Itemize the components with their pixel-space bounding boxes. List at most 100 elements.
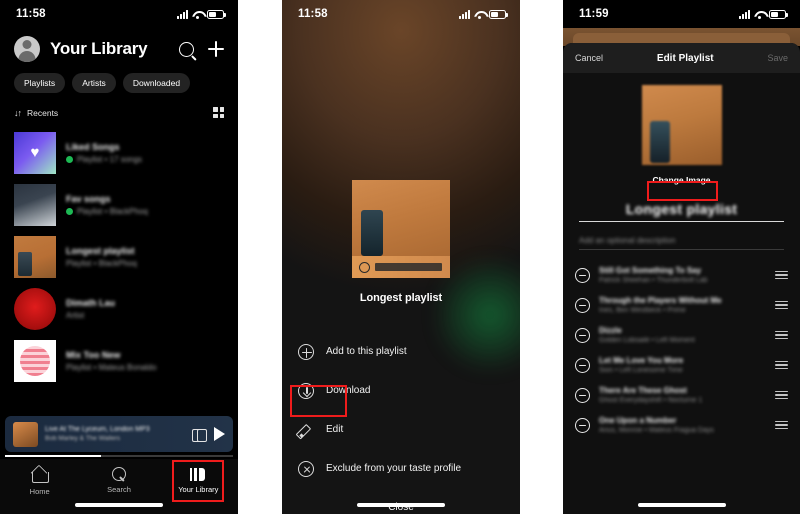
battery-icon (769, 9, 788, 19)
menu-item-label: Add to this playlist (326, 346, 407, 357)
list-item[interactable]: Liked Songs Playlist • 17 songs (0, 127, 238, 179)
status-bar: 11:58 (282, 0, 520, 28)
sort-arrows-icon[interactable]: ↓↑ (14, 108, 22, 118)
list-item[interactable]: Dimath Lau Artist (0, 283, 238, 335)
avatar[interactable] (14, 36, 40, 62)
grid-view-icon[interactable] (213, 107, 224, 118)
list-item-subtitle: Playlist • BlackPhoq (77, 207, 148, 216)
sheet-title: Edit Playlist (656, 52, 714, 64)
sheet-navbar: Cancel Edit Playlist Save (563, 43, 800, 73)
playlist-description-field[interactable]: Add an optional description (579, 236, 784, 250)
save-button[interactable]: Save (767, 53, 788, 63)
cellular-signal-icon (177, 9, 188, 19)
artwork-detail (361, 210, 383, 256)
list-item-meta: Mix Too New Playlist • Mateus Bonaldo (66, 350, 156, 372)
list-item-meta: Fav songs Playlist • BlackPhoq (66, 194, 148, 216)
cellular-signal-icon (459, 9, 470, 19)
playlist-artwork (352, 180, 450, 278)
minus-circle-icon[interactable] (575, 387, 590, 403)
wifi-icon (754, 10, 765, 19)
cast-devices-icon[interactable] (192, 428, 207, 442)
table-row[interactable]: One Upon a Number Arius, Monroe • Mateus… (563, 410, 800, 440)
minus-circle-icon[interactable] (575, 357, 590, 373)
track-meta: There Are These Ghost Ghost Everydayshif… (599, 386, 766, 404)
status-indicators (739, 9, 788, 19)
playlist-artwork[interactable] (641, 85, 722, 165)
list-item[interactable]: Mix Too New Playlist • Mateus Bonaldo (0, 335, 238, 387)
tab-your-library[interactable]: Your Library (159, 466, 238, 494)
now-playing-artwork (13, 421, 38, 447)
minus-circle-icon[interactable] (575, 327, 590, 343)
track-meta: Let Me Love You More Sion • Left Lonesom… (599, 356, 766, 374)
status-bar: 11:59 (563, 0, 800, 28)
playlist-artwork (14, 132, 56, 174)
artwork-text-block (375, 263, 442, 271)
menu-item-edit[interactable]: Edit (298, 410, 520, 449)
plus-icon[interactable] (208, 41, 224, 57)
table-row[interactable]: Dizzle Golden Lobsailé • Left Moment (563, 320, 800, 350)
now-playing-title: Live At The Lyceum, London MP3 (45, 426, 150, 433)
phone-panel-context-menu: 11:58 Longest playlist Add to this playl… (282, 0, 520, 514)
playlist-artwork (14, 184, 56, 226)
chip-playlists[interactable]: Playlists (14, 73, 66, 93)
drag-handle-icon[interactable] (775, 270, 788, 280)
chip-downloaded[interactable]: Downloaded (122, 73, 191, 93)
drag-handle-icon[interactable] (775, 330, 788, 340)
tab-home[interactable]: Home (0, 466, 79, 496)
track-title: Through the Players Without Me (599, 296, 722, 305)
change-image-button[interactable]: Change Image (648, 173, 714, 187)
downloaded-icon (66, 156, 73, 163)
table-row[interactable]: Let Me Love You More Sion • Left Lonesom… (563, 350, 800, 380)
minus-circle-icon[interactable] (575, 417, 590, 433)
track-subtitle: Sion • Left Lonesome Time (599, 367, 683, 374)
table-row[interactable]: Still Got Something To Say Patrick Sheeh… (563, 260, 800, 290)
drag-handle-icon[interactable] (775, 360, 788, 370)
page-title: Your Library (50, 39, 148, 58)
track-meta: Still Got Something To Say Patrick Sheeh… (599, 266, 766, 284)
table-row[interactable]: Through the Players Without Me Ines, Ben… (563, 290, 800, 320)
drag-handle-icon[interactable] (775, 300, 788, 310)
menu-item-label: Exclude from your taste profile (326, 463, 462, 474)
menu-item-exclude-taste-profile[interactable]: Exclude from your taste profile (298, 449, 520, 488)
context-sheet: Longest playlist Add to this playlist Do… (282, 180, 520, 513)
minus-circle-icon[interactable] (575, 297, 590, 313)
context-menu-list: Add to this playlist Download Edit Exclu… (282, 332, 520, 488)
status-time: 11:58 (298, 8, 328, 20)
table-row[interactable]: There Are These Ghost Ghost Everydayshif… (563, 380, 800, 410)
menu-item-download[interactable]: Download (298, 371, 520, 410)
filter-chips: Playlists Artists Downloaded (0, 68, 238, 101)
minus-circle-icon[interactable] (575, 267, 590, 283)
cancel-button[interactable]: Cancel (575, 53, 603, 63)
list-item-subtitle-row: Playlist • Mateus Bonaldo (66, 363, 156, 372)
phone-panel-edit-playlist: 11:59 Cancel Edit Playlist Save Change I… (563, 0, 800, 514)
drag-handle-icon[interactable] (775, 390, 788, 400)
track-subtitle: Ghost Everydayshift • Nocturne 1 (599, 397, 703, 404)
list-item-title: Dimath Lau (66, 298, 116, 308)
status-bar: 11:58 (0, 0, 238, 28)
play-icon[interactable] (214, 427, 225, 441)
library-header: Your Library (0, 28, 238, 68)
drag-handle-icon[interactable] (775, 420, 788, 430)
menu-item-add-to-playlist[interactable]: Add to this playlist (298, 332, 520, 371)
track-meta: Through the Players Without Me Ines, Ben… (599, 296, 766, 314)
list-item-title: Liked Songs (66, 142, 120, 152)
playlist-name-value: Longest playlist (625, 201, 738, 217)
track-title: Dizzle (599, 326, 622, 335)
list-item-title: Fav songs (66, 194, 111, 204)
screenshot-stage: 11:58 Your Library Playlists Artists Dow… (0, 0, 800, 514)
list-item[interactable]: Fav songs Playlist • BlackPhoq (0, 179, 238, 231)
change-image-row: Change Image (563, 173, 800, 187)
artist-artwork (14, 288, 56, 330)
list-item-subtitle-row: Playlist • BlackPhoq (66, 207, 148, 216)
playback-progress-bar (5, 455, 233, 457)
track-meta: Dizzle Golden Lobsailé • Left Moment (599, 326, 766, 344)
list-item-subtitle: Playlist • BlackPhoq (66, 259, 137, 268)
status-indicators (177, 9, 226, 19)
playlist-name-field[interactable]: Longest playlist (579, 201, 784, 222)
list-item[interactable]: Longest playlist Playlist • BlackPhoq (0, 231, 238, 283)
now-playing-bar[interactable]: Live At The Lyceum, London MP3 Bob Marle… (5, 416, 233, 452)
search-icon[interactable] (179, 41, 194, 57)
tab-search[interactable]: Search (79, 466, 158, 494)
chip-artists[interactable]: Artists (72, 73, 116, 93)
sort-label[interactable]: Recents (27, 108, 58, 118)
